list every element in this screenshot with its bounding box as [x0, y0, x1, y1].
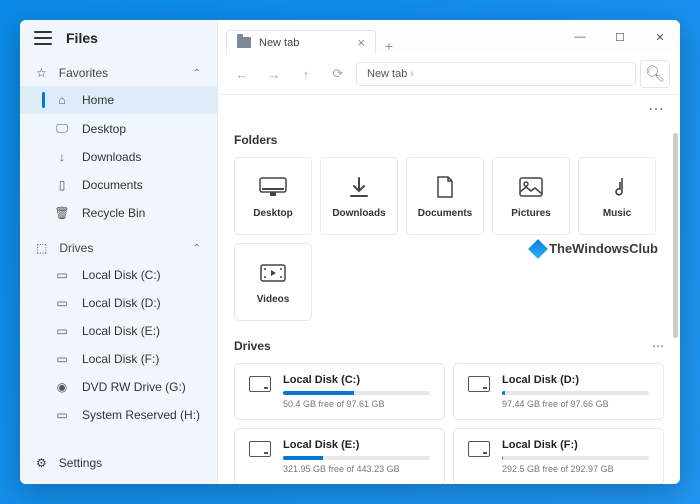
titlebar: New tab × + — ☐ ✕ [218, 20, 680, 54]
settings-button[interactable]: ⚙ Settings [36, 450, 201, 476]
sidebar-header: Files [20, 20, 217, 56]
disk-icon: ▭ [54, 268, 70, 282]
path-input[interactable]: New tab › [356, 62, 636, 86]
tab-strip: New tab × + [218, 20, 402, 54]
more-icon[interactable]: ⋯ [648, 99, 664, 119]
search-button[interactable]: 🔍︎ [640, 60, 670, 88]
back-button[interactable]: ← [228, 60, 256, 88]
picture-icon [519, 174, 543, 200]
maximize-button[interactable]: ☐ [600, 20, 640, 54]
sidebar: Files ☆ Favorites ⌃ ⌂ Home 🖵 Desktop ↓ D… [20, 20, 218, 484]
folder-videos[interactable]: Videos [234, 243, 312, 321]
usage-bar [283, 456, 323, 460]
sidebar-item-downloads[interactable]: ↓ Downloads [20, 143, 217, 171]
disk-icon [249, 376, 271, 392]
forward-button[interactable]: → [260, 60, 288, 88]
favorites-label: Favorites [59, 66, 108, 80]
folder-music[interactable]: Music [578, 157, 656, 235]
sidebar-item-dvd[interactable]: ◉DVD RW Drive (G:) [20, 373, 217, 401]
disk-icon [468, 441, 490, 457]
sidebar-footer: ⚙ Settings [20, 442, 217, 484]
drives-label: Drives [59, 241, 93, 255]
drives-section: ⬚ Drives ⌃ ▭Local Disk (C:) ▭Local Disk … [20, 231, 217, 433]
music-icon [608, 174, 626, 200]
desktop-icon [259, 174, 287, 200]
drive-e[interactable]: Local Disk (E:)321.95 GB free of 443.23 … [234, 428, 445, 484]
drive-d[interactable]: Local Disk (D:)97.44 GB free of 97.66 GB [453, 363, 664, 420]
menu-icon[interactable] [34, 31, 52, 45]
scrollbar[interactable] [673, 133, 678, 474]
folder-pictures[interactable]: Pictures [492, 157, 570, 235]
desktop-icon: 🖵 [54, 121, 70, 136]
sidebar-item-drive-c[interactable]: ▭Local Disk (C:) [20, 261, 217, 289]
folders-grid: Desktop Downloads Documents Pictures Mus… [234, 157, 664, 321]
refresh-button[interactable]: ⟳ [324, 60, 352, 88]
main: New tab × + — ☐ ✕ ← → ↑ ⟳ New tab › 🔍︎ ⋯… [218, 20, 680, 484]
close-tab-icon[interactable]: × [357, 36, 365, 49]
content: Folders Desktop Downloads Documents Pict… [218, 123, 680, 484]
app-title: Files [66, 30, 98, 46]
search-icon: 🔍︎ [645, 64, 665, 84]
drives-title: Drives⋯ [234, 339, 664, 353]
document-icon: ▯ [54, 178, 70, 192]
watermark: TheWindowsClub [531, 241, 658, 256]
scroll-thumb[interactable] [673, 133, 678, 338]
sidebar-item-recyclebin[interactable]: 🗑 Recycle Bin [20, 199, 217, 227]
usage-bar [283, 391, 354, 395]
usage-bar [502, 456, 503, 460]
trash-icon: 🗑 [54, 206, 70, 220]
disk-icon: ▭ [54, 324, 70, 338]
up-button[interactable]: ↑ [292, 60, 320, 88]
chevron-up-icon: ⌃ [193, 68, 201, 79]
home-icon: ⌂ [54, 93, 70, 107]
window-controls: — ☐ ✕ [560, 20, 680, 54]
disk-icon: ▭ [54, 408, 70, 422]
drive-icon: ⬚ [36, 241, 47, 255]
document-icon [436, 174, 454, 200]
folder-documents[interactable]: Documents [406, 157, 484, 235]
chevron-up-icon: ⌃ [193, 243, 201, 254]
star-icon: ☆ [36, 66, 47, 80]
usage-bar [502, 391, 505, 395]
drive-c[interactable]: Local Disk (C:)50.4 GB free of 97.61 GB [234, 363, 445, 420]
toolbar: ← → ↑ ⟳ New tab › 🔍︎ [218, 54, 680, 95]
sidebar-item-drive-d[interactable]: ▭Local Disk (D:) [20, 289, 217, 317]
folder-icon [237, 37, 251, 48]
drives-grid: Local Disk (C:)50.4 GB free of 97.61 GB … [234, 363, 664, 484]
close-button[interactable]: ✕ [640, 20, 680, 54]
logo-icon [528, 239, 548, 259]
more-icon[interactable]: ⋯ [652, 339, 664, 353]
folder-desktop[interactable]: Desktop [234, 157, 312, 235]
sidebar-item-drive-f[interactable]: ▭Local Disk (F:) [20, 345, 217, 373]
disk-icon: ▭ [54, 296, 70, 310]
app-window: Files ☆ Favorites ⌃ ⌂ Home 🖵 Desktop ↓ D… [20, 20, 680, 484]
disc-icon: ◉ [54, 380, 70, 394]
gear-icon: ⚙ [36, 456, 47, 470]
download-icon: ↓ [54, 150, 70, 164]
favorites-section: ☆ Favorites ⌃ ⌂ Home 🖵 Desktop ↓ Downloa… [20, 56, 217, 231]
folders-title: Folders [234, 133, 664, 147]
new-tab-button[interactable]: + [376, 38, 402, 54]
folder-downloads[interactable]: Downloads [320, 157, 398, 235]
sidebar-item-system-reserved[interactable]: ▭System Reserved (H:) [20, 401, 217, 429]
drive-f[interactable]: Local Disk (F:)292.5 GB free of 292.97 G… [453, 428, 664, 484]
favorites-header[interactable]: ☆ Favorites ⌃ [20, 60, 217, 86]
disk-icon [249, 441, 271, 457]
sidebar-item-home[interactable]: ⌂ Home [20, 86, 217, 114]
sidebar-item-desktop[interactable]: 🖵 Desktop [20, 114, 217, 143]
minimize-button[interactable]: — [560, 20, 600, 54]
secondary-toolbar: ⋯ [218, 95, 680, 123]
disk-icon [468, 376, 490, 392]
video-icon [260, 260, 286, 286]
disk-icon: ▭ [54, 352, 70, 366]
download-icon [349, 174, 369, 200]
sidebar-item-drive-e[interactable]: ▭Local Disk (E:) [20, 317, 217, 345]
drives-header[interactable]: ⬚ Drives ⌃ [20, 235, 217, 261]
tab[interactable]: New tab × [226, 30, 376, 54]
sidebar-item-documents[interactable]: ▯ Documents [20, 171, 217, 199]
